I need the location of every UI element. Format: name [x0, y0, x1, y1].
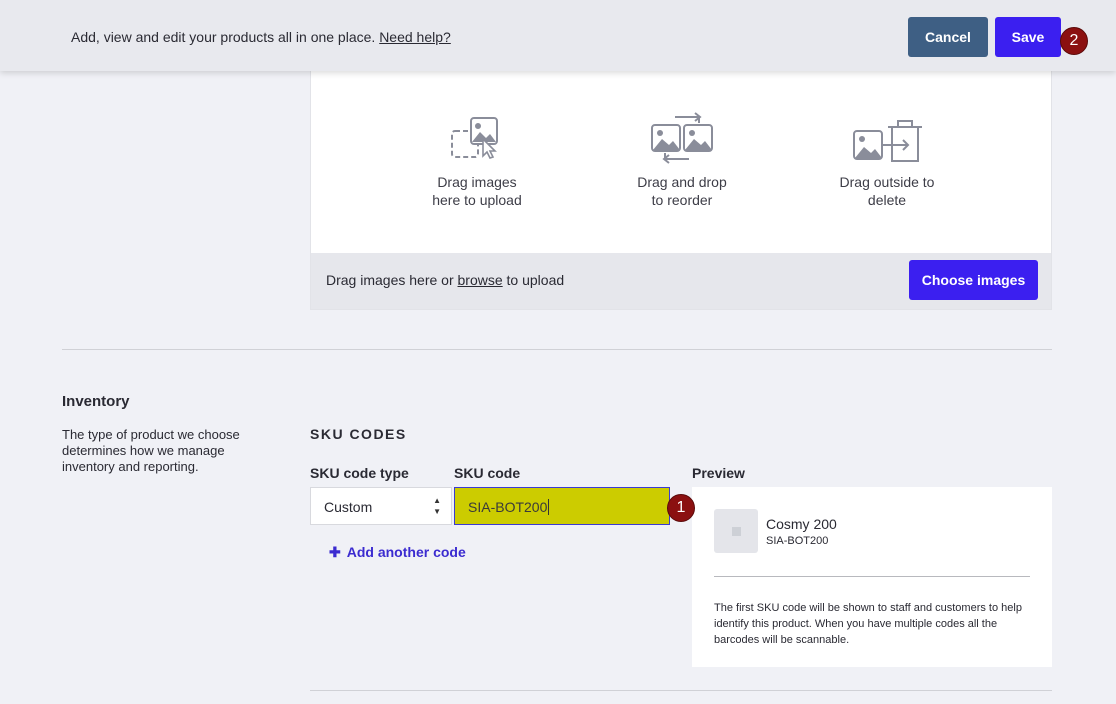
add-another-code-button[interactable]: ✚ Add another code	[329, 544, 466, 561]
sku-codes-heading: SKU CODES	[310, 426, 407, 442]
section-divider	[62, 349, 1052, 350]
reorder-hint-line1: Drag and drop	[637, 174, 727, 190]
preview-sku: SIA-BOT200	[766, 535, 829, 547]
need-help-link[interactable]: Need help?	[379, 29, 451, 45]
inventory-title: Inventory	[62, 393, 130, 410]
save-button[interactable]: Save	[995, 17, 1061, 57]
header-message-text: Add, view and edit your products all in …	[71, 29, 376, 45]
sku-code-type-label: SKU code type	[310, 465, 409, 481]
add-another-code-label: Add another code	[346, 544, 466, 560]
delete-hint: Drag outside to delete	[807, 111, 967, 209]
sku-code-type-select[interactable]: Custom ▲ ▼	[310, 487, 452, 525]
upload-hint-line1: Drag images	[437, 174, 517, 190]
delete-hint-line1: Drag outside to	[839, 174, 935, 190]
delete-image-icon	[807, 111, 967, 165]
preview-note: The first SKU code will be shown to staf…	[714, 602, 1022, 646]
upload-bar-suffix: to upload	[502, 272, 565, 288]
step-marker-1: 1	[667, 494, 695, 522]
sku-preview-card: Cosmy 200 SIA-BOT200 The first SKU code …	[692, 487, 1052, 667]
choose-images-button[interactable]: Choose images	[909, 260, 1038, 300]
image-upload-panel[interactable]: Drag images here to upload Drag and drop…	[310, 71, 1052, 310]
product-thumbnail	[714, 509, 758, 553]
sku-code-label: SKU code	[454, 465, 521, 481]
upload-bar-prefix: Drag images here or	[326, 272, 458, 288]
reorder-images-icon	[602, 111, 762, 165]
sku-code-type-value: Custom	[324, 499, 373, 515]
upload-hint-line2: here to upload	[432, 192, 522, 208]
reorder-hint-line2: to reorder	[651, 192, 713, 208]
sku-code-value: SIA-BOT200	[468, 499, 548, 515]
delete-hint-line2: delete	[867, 192, 907, 208]
header-message: Add, view and edit your products all in …	[71, 29, 451, 45]
preview-label: Preview	[692, 465, 745, 481]
bottom-divider	[310, 690, 1052, 691]
preview-divider	[714, 576, 1030, 577]
plus-icon: ✚	[329, 544, 341, 560]
upload-image-icon	[397, 111, 557, 165]
step-marker-2: 2	[1060, 27, 1088, 55]
upload-bar-text: Drag images here or browse to upload	[326, 272, 564, 288]
cancel-button[interactable]: Cancel	[908, 17, 988, 57]
top-bar: Add, view and edit your products all in …	[0, 0, 1116, 71]
upload-hint: Drag images here to upload	[397, 111, 557, 209]
preview-product-name: Cosmy 200	[766, 516, 837, 532]
upload-bar: Drag images here or browse to upload Cho…	[311, 253, 1051, 309]
reorder-hint: Drag and drop to reorder	[602, 111, 762, 209]
inventory-description: The type of product we choose determines…	[62, 427, 240, 474]
sku-code-input[interactable]: SIA-BOT200	[454, 487, 670, 525]
select-arrows-icon: ▲ ▼	[433, 496, 441, 516]
browse-link[interactable]: browse	[458, 272, 503, 288]
